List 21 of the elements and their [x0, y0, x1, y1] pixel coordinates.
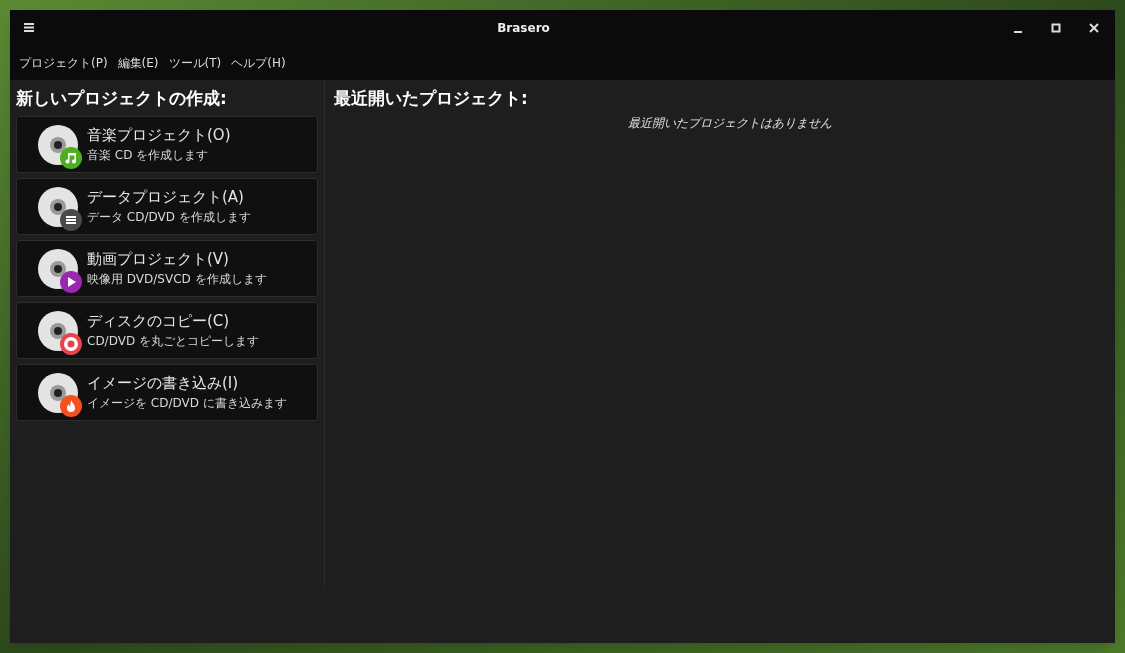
menu-item[interactable]: ヘルプ(H): [226, 53, 291, 72]
music-note-icon: [60, 146, 82, 169]
project-button[interactable]: データプロジェクト(A) データ CD/DVD を作成します: [16, 178, 318, 235]
project-button[interactable]: イメージの書き込み(I) イメージを CD/DVD に書き込みます: [16, 364, 318, 421]
section-heading: 新しいプロジェクトの作成:: [16, 87, 228, 110]
window-title: Brasero: [496, 19, 551, 37]
project-button[interactable]: 音楽プロジェクト(O) 音楽 CD を作成します: [16, 116, 318, 173]
project-button[interactable]: 動画プロジェクト(V) 映像用 DVD/SVCD を作成します: [16, 240, 318, 297]
play-icon: [60, 270, 82, 293]
menu-item[interactable]: プロジェクト(P): [14, 53, 113, 72]
flame-icon: [60, 394, 82, 417]
maximize-icon: [1051, 22, 1061, 33]
section-heading: 最近開いたプロジェクト:: [334, 87, 529, 110]
minimize-icon: [1014, 30, 1022, 33]
close-icon: [1089, 22, 1099, 33]
list-icon: [60, 208, 82, 231]
menu-item[interactable]: ツール(T): [163, 53, 227, 72]
disc-copy-icon: [60, 332, 82, 355]
menu-item[interactable]: 編集(E): [112, 53, 164, 72]
empty-message: 最近開いたプロジェクトはありません: [627, 115, 832, 132]
project-button[interactable]: ディスクのコピー(C) CD/DVD を丸ごとコピーします: [16, 302, 318, 359]
